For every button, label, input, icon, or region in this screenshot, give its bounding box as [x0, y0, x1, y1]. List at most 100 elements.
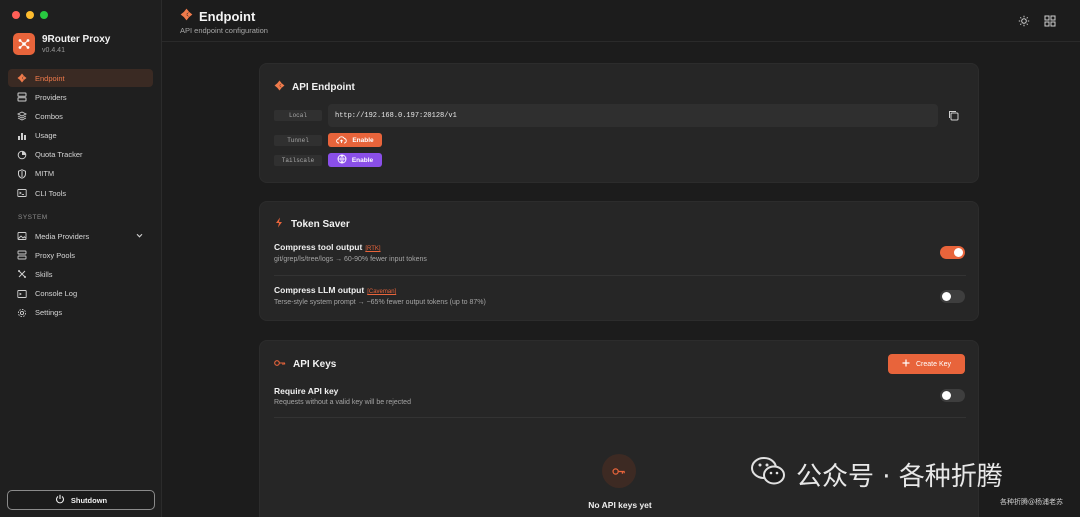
- endpoint-icon: [17, 73, 27, 83]
- sidebar-item-combos[interactable]: Combos: [8, 107, 153, 125]
- sun-icon[interactable]: [1018, 14, 1030, 32]
- compress-tool-output-title: Compress tool output [RTK]: [274, 242, 381, 252]
- quota-icon: [17, 150, 27, 160]
- chevron-down-icon[interactable]: [135, 231, 144, 242]
- sidebar-item-usage[interactable]: Usage: [8, 127, 153, 145]
- gear-icon: [17, 308, 27, 318]
- sidebar-item-label: Console Log: [35, 289, 78, 299]
- key-icon: [274, 359, 286, 370]
- sidebar-item-label: Proxy Pools: [35, 250, 76, 260]
- app-name: 9Router Proxy: [42, 34, 111, 45]
- maximize-window-button[interactable]: [40, 11, 48, 19]
- media-icon: [17, 231, 27, 241]
- window-controls: [12, 11, 48, 19]
- require-api-key-title: Require API key: [274, 386, 339, 396]
- sidebar-item-quota-tracker[interactable]: Quota Tracker: [8, 146, 153, 164]
- page-title: Endpoint: [180, 8, 255, 24]
- create-key-button[interactable]: Create Key: [888, 354, 965, 374]
- token-saver-card: Token Saver Compress tool output [RTK] gi…: [259, 201, 979, 321]
- app-logo-icon: [13, 33, 35, 55]
- tailscale-tag: Tailscale: [274, 155, 322, 166]
- sidebar-item-skills[interactable]: Skills: [8, 265, 153, 283]
- sidebar-item-label: Media Providers: [35, 231, 90, 241]
- cloud-upload-icon: [336, 135, 347, 146]
- require-api-key-desc: Requests without a valid key will be rej…: [274, 399, 411, 406]
- power-icon: [55, 494, 65, 506]
- page-header: Endpoint API endpoint configuration: [162, 0, 1080, 42]
- console-icon: [17, 289, 27, 299]
- compress-tool-output-toggle[interactable]: [940, 246, 965, 259]
- grid-icon[interactable]: [1044, 14, 1056, 32]
- sidebar-item-media-providers[interactable]: Media Providers: [8, 227, 153, 245]
- tunnel-tag: Tunnel: [274, 135, 322, 146]
- sidebar-item-label: Settings: [35, 308, 63, 318]
- card-title-text: API Keys: [293, 359, 337, 370]
- sidebar-item-label: Endpoint: [35, 73, 65, 83]
- endpoint-icon: [274, 80, 285, 94]
- sidebar-item-label: Skills: [35, 269, 53, 279]
- local-tag: Local: [274, 110, 322, 121]
- watermark-small-text: 各种折腾@杨浦老苏: [1000, 498, 1063, 506]
- globe-icon: [337, 154, 347, 166]
- minimize-window-button[interactable]: [26, 11, 34, 19]
- sidebar-item-label: Combos: [35, 111, 63, 121]
- section-label-system: SYSTEM: [18, 214, 48, 221]
- sidebar-item-console-log[interactable]: Console Log: [8, 285, 153, 303]
- empty-state-key-icon: [602, 454, 636, 488]
- sidebar-item-label: Providers: [35, 92, 67, 102]
- sidebar-item-mitm[interactable]: MITM: [8, 165, 153, 183]
- lightning-icon: [274, 217, 284, 231]
- sidebar-item-label: Usage: [35, 131, 57, 141]
- tunnel-enable-label: Enable: [352, 136, 374, 144]
- sidebar-item-providers[interactable]: Providers: [8, 88, 153, 106]
- local-url-field[interactable]: http://192.168.0.197:20128/v1: [328, 104, 938, 127]
- compress-llm-output-title: Compress LLM output [Caveman]: [274, 285, 396, 295]
- page-title-text: Endpoint: [199, 8, 256, 24]
- usage-icon: [17, 131, 27, 141]
- tailscale-enable-label: Enable: [351, 156, 374, 164]
- page-subtitle: API endpoint configuration: [180, 26, 268, 35]
- app-version: v0.4.41: [42, 47, 65, 54]
- create-key-label: Create Key: [915, 360, 952, 368]
- divider: [274, 417, 966, 418]
- compress-llm-output-toggle[interactable]: [940, 290, 965, 303]
- tunnel-enable-button[interactable]: Enable: [328, 133, 382, 147]
- watermark-text: 公众号 · 各种折腾: [796, 462, 1003, 492]
- divider: [274, 275, 966, 276]
- compress-tool-output-desc: git/grep/ls/tree/logs → 60-90% fewer inp…: [274, 256, 427, 263]
- sidebar-item-proxy-pools[interactable]: Proxy Pools: [8, 246, 153, 264]
- sidebar-item-label: MITM: [35, 169, 55, 179]
- compress-llm-output-desc: Terse-style system prompt → ~65% fewer o…: [274, 299, 486, 306]
- card-title: API Endpoint: [274, 80, 355, 94]
- sidebar-system-nav: Media Providers Proxy Pools Skills Conso…: [8, 227, 153, 323]
- skills-icon: [17, 269, 27, 279]
- sidebar-item-settings[interactable]: Settings: [8, 304, 153, 322]
- copy-icon[interactable]: [948, 108, 959, 126]
- wechat-icon: [750, 455, 786, 494]
- sidebar-item-label: CLI Tools: [35, 188, 67, 198]
- endpoint-icon: [180, 8, 193, 24]
- empty-state-text: No API keys yet: [588, 500, 652, 510]
- row-title-text: Compress LLM output: [274, 285, 365, 295]
- caveman-link[interactable]: [Caveman]: [367, 289, 396, 295]
- sidebar-item-endpoint[interactable]: Endpoint: [8, 69, 153, 87]
- tailscale-enable-button[interactable]: Enable: [328, 153, 382, 167]
- sidebar: 9Router Proxy v0.4.41 Endpoint Providers…: [0, 0, 162, 517]
- api-endpoint-card: API Endpoint Local http://192.168.0.197:…: [259, 63, 979, 183]
- row-title-text: Compress tool output: [274, 242, 363, 252]
- combos-icon: [17, 111, 27, 121]
- pools-icon: [17, 250, 27, 260]
- shield-icon: [17, 169, 27, 179]
- shutdown-button[interactable]: Shutdown: [7, 490, 155, 510]
- close-window-button[interactable]: [12, 11, 20, 19]
- watermark: 公众号 · 各种折腾: [750, 455, 1003, 494]
- providers-icon: [17, 92, 27, 102]
- card-title-text: API Endpoint: [292, 81, 355, 93]
- sidebar-nav: Endpoint Providers Combos Usage Quota Tr…: [8, 69, 153, 203]
- terminal-icon: [17, 188, 27, 198]
- brand: 9Router Proxy v0.4.41: [13, 33, 110, 55]
- sidebar-item-cli-tools[interactable]: CLI Tools: [8, 184, 153, 202]
- header-actions: [1018, 14, 1056, 32]
- require-api-key-toggle[interactable]: [940, 389, 965, 402]
- rtk-link[interactable]: [RTK]: [365, 246, 380, 252]
